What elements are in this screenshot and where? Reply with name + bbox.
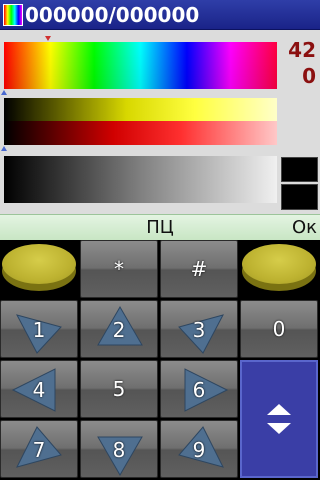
right-softkey-button[interactable] <box>240 240 318 298</box>
up-down-arrows-icon <box>267 404 291 434</box>
key-7-label: 7 <box>32 438 46 462</box>
key-1-label: 1 <box>32 318 46 342</box>
yellow-disc-top <box>2 244 76 284</box>
color-picker-panel: 42 0 <box>0 30 320 214</box>
key-8-label: 8 <box>112 438 126 462</box>
key-2-label: 2 <box>112 318 126 342</box>
color-palette-icon <box>3 4 23 26</box>
hue-spectrum[interactable] <box>4 42 277 89</box>
left-softkey-button[interactable] <box>0 240 78 298</box>
key-star[interactable]: * <box>80 240 158 298</box>
color-swatch-old <box>281 184 318 210</box>
softkey-ok[interactable]: Ок <box>292 215 317 241</box>
hue-marker-icon[interactable] <box>45 36 51 41</box>
key-star-label: * <box>114 257 124 281</box>
key-hash-label: # <box>190 257 208 281</box>
yellow-disc-top <box>242 244 316 284</box>
key-8[interactable]: 8 <box>80 420 158 478</box>
keypad: * # 1 2 3 0 4 5 6 7 8 9 <box>0 240 320 480</box>
brightness-marker-icon[interactable] <box>1 146 7 151</box>
key-0[interactable]: 0 <box>240 300 318 358</box>
key-hash[interactable]: # <box>160 240 238 298</box>
key-9[interactable]: 9 <box>160 420 238 478</box>
key-5-label: 5 <box>112 377 126 401</box>
key-5[interactable]: 5 <box>80 360 158 418</box>
key-6-label: 6 <box>192 378 206 402</box>
key-6[interactable]: 6 <box>160 360 238 418</box>
key-3[interactable]: 3 <box>160 300 238 358</box>
key-0-label: 0 <box>272 317 286 341</box>
scroll-key[interactable] <box>240 360 318 478</box>
key-1[interactable]: 1 <box>0 300 78 358</box>
key-2[interactable]: 2 <box>80 300 158 358</box>
key-9-label: 9 <box>192 438 206 462</box>
softkey-center[interactable]: ПЦ <box>120 215 200 241</box>
saturation-strip-yellow[interactable] <box>4 98 277 121</box>
key-4-label: 4 <box>32 378 46 402</box>
hue-value: 42 <box>288 38 316 62</box>
color-swatch-new <box>281 157 318 182</box>
title-text: 000000/000000 <box>25 3 200 27</box>
saturation-marker-icon[interactable] <box>1 90 7 95</box>
key-4[interactable]: 4 <box>0 360 78 418</box>
key-7[interactable]: 7 <box>0 420 78 478</box>
key-3-label: 3 <box>192 318 206 342</box>
brightness-strip[interactable] <box>4 156 277 203</box>
title-bar: 000000/000000 <box>0 0 320 30</box>
softkey-bar: ПЦ Ок <box>0 214 320 240</box>
secondary-value: 0 <box>302 64 316 88</box>
saturation-strip-red[interactable] <box>4 121 277 145</box>
